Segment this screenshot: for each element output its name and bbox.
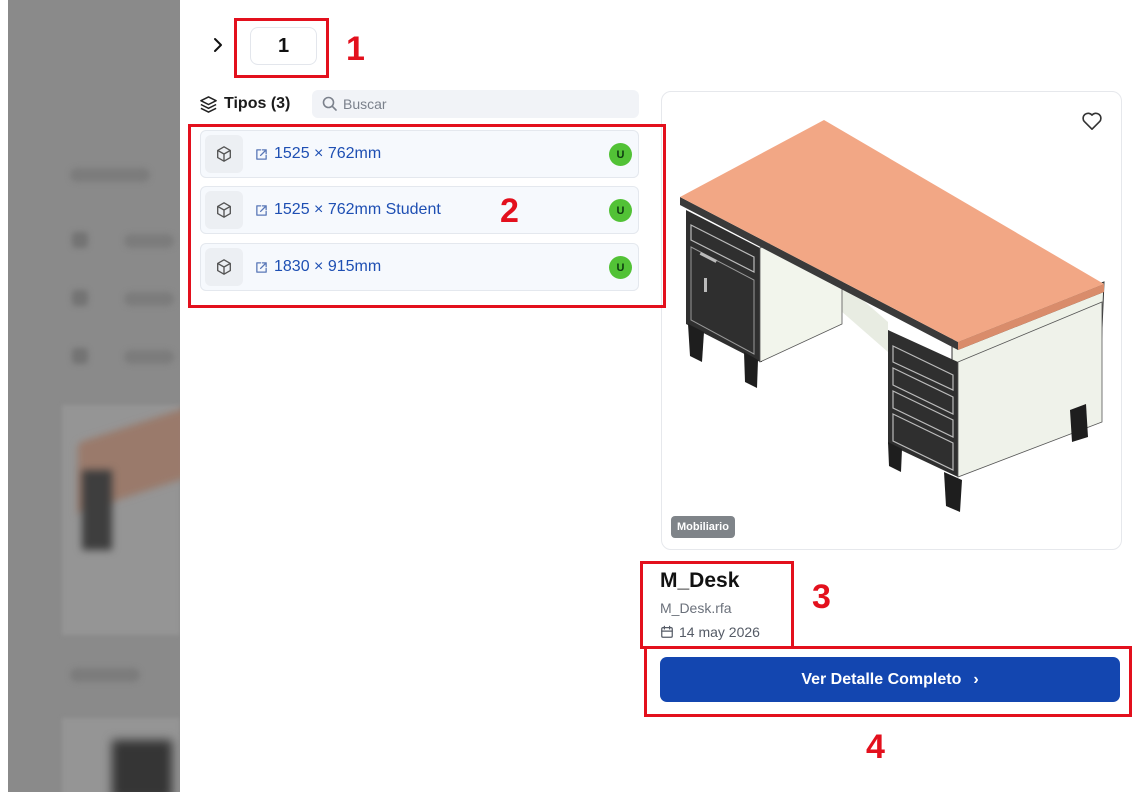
- types-header: Tipos (3): [199, 92, 290, 116]
- annotation-number-3: 3: [812, 578, 831, 616]
- search-icon: [322, 96, 337, 111]
- annotation-number-4: 4: [866, 728, 885, 766]
- annotation-box-1: [234, 18, 329, 78]
- desk-image: [680, 120, 1105, 512]
- blurred-background-panel: [0, 0, 180, 792]
- layers-icon: [200, 95, 217, 113]
- annotation-number-2: 2: [500, 192, 519, 230]
- chevron-right-icon[interactable]: [211, 35, 225, 55]
- annotation-box-4: [644, 646, 1132, 717]
- annotation-number-1: 1: [346, 30, 365, 68]
- heart-icon[interactable]: [1081, 111, 1103, 131]
- annotation-box-3: [640, 561, 794, 649]
- preview-card: Mobiliario: [661, 91, 1122, 550]
- types-label: Tipos (3): [224, 95, 291, 112]
- search-placeholder: Buscar: [343, 96, 387, 112]
- category-badge: Mobiliario: [671, 516, 735, 538]
- search-input[interactable]: Buscar: [312, 90, 639, 118]
- annotation-box-2: [188, 124, 666, 308]
